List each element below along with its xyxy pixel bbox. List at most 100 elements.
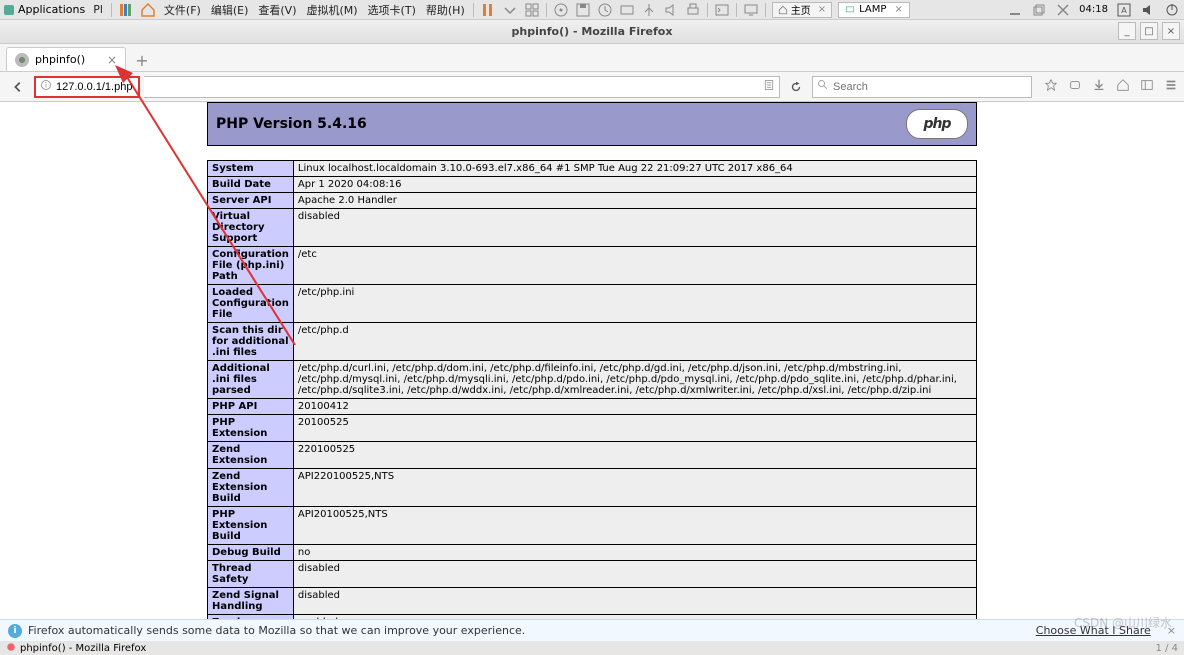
new-tab-button[interactable]: +	[130, 49, 154, 71]
network-icon[interactable]	[619, 2, 635, 18]
floppy-icon[interactable]	[575, 2, 591, 18]
file-menu[interactable]: 文件(F)	[162, 2, 203, 18]
close-button[interactable]: ×	[1162, 22, 1180, 40]
search-wrap	[812, 76, 1032, 98]
maximize-button[interactable]: □	[1140, 22, 1158, 40]
bookmark-star-icon[interactable]	[1044, 78, 1058, 95]
table-row: PHP Extension BuildAPI20100525,NTS	[208, 507, 977, 545]
phpinfo-table: SystemLinux localhost.localdomain 3.10.0…	[207, 160, 977, 619]
lamp-tab-label: LAMP	[859, 4, 886, 15]
table-value: no	[293, 545, 976, 561]
minimize-button[interactable]: _	[1118, 22, 1136, 40]
home-tab-label: 主页	[791, 2, 811, 17]
url-input-wrap: i	[34, 76, 140, 98]
table-row: Server APIApache 2.0 Handler	[208, 193, 977, 209]
table-key: PHP API	[208, 399, 294, 415]
clock-icon[interactable]	[597, 2, 613, 18]
pocket-icon[interactable]	[1068, 78, 1082, 95]
home-nav-icon[interactable]	[1116, 78, 1130, 95]
workspace-pager[interactable]: 1 / 4	[1156, 643, 1178, 654]
table-value: API20100525,NTS	[293, 507, 976, 545]
table-row: Build DateApr 1 2020 04:08:16	[208, 177, 977, 193]
table-key: PHP Extension Build	[208, 507, 294, 545]
volume-icon[interactable]	[1140, 2, 1156, 18]
table-key: Zend Signal Handling	[208, 588, 294, 615]
info-bar-text: Firefox automatically sends some data to…	[28, 624, 525, 637]
close-tab-icon[interactable]: ×	[107, 53, 117, 67]
php-version-heading: PHP Version 5.4.16	[216, 116, 367, 132]
table-value: disabled	[293, 209, 976, 247]
table-value: API220100525,NTS	[293, 469, 976, 507]
menu-icon[interactable]	[1164, 78, 1178, 95]
table-row: Debug Buildno	[208, 545, 977, 561]
close-window-icon[interactable]	[1055, 2, 1071, 18]
table-value: /etc/php.d	[293, 323, 976, 361]
restore-icon[interactable]	[1031, 2, 1047, 18]
view-menu[interactable]: 查看(V)	[256, 2, 298, 18]
table-key: Virtual Directory Support	[208, 209, 294, 247]
table-key: Server API	[208, 193, 294, 209]
table-row: Additional .ini files parsed/etc/php.d/c…	[208, 361, 977, 399]
reader-mode-icon[interactable]	[763, 79, 775, 94]
disc-icon[interactable]	[553, 2, 569, 18]
table-row: Virtual Directory Supportdisabled	[208, 209, 977, 247]
table-row: Configuration File (php.ini) Path/etc	[208, 247, 977, 285]
browser-tab[interactable]: phpinfo() ×	[6, 47, 126, 71]
sidebar-toggle-icon[interactable]	[1140, 78, 1154, 95]
minimize-icon[interactable]	[1007, 2, 1023, 18]
screen-icon[interactable]	[743, 2, 759, 18]
table-key: Loaded Configuration File	[208, 285, 294, 323]
search-icon	[817, 79, 829, 94]
table-value: disabled	[293, 588, 976, 615]
home-icon[interactable]	[140, 2, 156, 18]
input-method-icon[interactable]: A	[1116, 2, 1132, 18]
table-row: PHP Extension20100525	[208, 415, 977, 442]
back-button[interactable]	[6, 75, 30, 99]
audio-icon[interactable]	[663, 2, 679, 18]
table-value: /etc/php.ini	[293, 285, 976, 323]
table-key: Build Date	[208, 177, 294, 193]
grid-icon[interactable]	[524, 2, 540, 18]
table-value: Linux localhost.localdomain 3.10.0-693.e…	[293, 161, 976, 177]
watermark: CSDN @山川绿水	[1074, 614, 1172, 631]
edit-menu[interactable]: 编辑(E)	[209, 2, 251, 18]
terminal-icon[interactable]	[714, 2, 730, 18]
svg-text:A: A	[1121, 6, 1127, 15]
info-icon: i	[8, 624, 22, 638]
desktop-top-bar: Applications Pl 文件(F) 编辑(E) 查看(V) 虚拟机(M)…	[0, 0, 1184, 20]
reload-button[interactable]	[784, 75, 808, 99]
printer-icon[interactable]	[685, 2, 701, 18]
places-menu[interactable]: Pl	[91, 3, 105, 16]
library-icon[interactable]	[118, 2, 134, 18]
table-key: Additional .ini files parsed	[208, 361, 294, 399]
applications-menu[interactable]: Applications	[4, 3, 85, 16]
home-tab[interactable]: 主页×	[772, 2, 832, 18]
table-row: Zend Extension220100525	[208, 442, 977, 469]
lamp-tab[interactable]: LAMP×	[838, 2, 910, 18]
table-row: SystemLinux localhost.localdomain 3.10.0…	[208, 161, 977, 177]
php-logo: php	[906, 109, 968, 139]
info-bar: i Firefox automatically sends some data …	[0, 619, 1184, 641]
svg-text:i: i	[45, 81, 47, 89]
taskbar: phpinfo() - Mozilla Firefox 1 / 4	[0, 641, 1184, 655]
table-value: Apache 2.0 Handler	[293, 193, 976, 209]
info-site-icon[interactable]: i	[40, 79, 52, 94]
table-key: PHP Extension	[208, 415, 294, 442]
download-icon[interactable]	[1092, 78, 1106, 95]
task-firefox-icon	[6, 642, 16, 655]
table-key: Thread Safety	[208, 561, 294, 588]
search-input[interactable]	[833, 81, 1027, 93]
power-icon[interactable]	[1164, 2, 1180, 18]
table-row: Thread Safetydisabled	[208, 561, 977, 588]
window-title: phpinfo() - Mozilla Firefox	[512, 25, 673, 38]
help-menu[interactable]: 帮助(H)	[424, 2, 467, 18]
tabs-menu[interactable]: 选项卡(T)	[366, 2, 418, 18]
pause-icon[interactable]	[480, 2, 496, 18]
url-bar: i	[0, 72, 1184, 102]
table-value: disabled	[293, 561, 976, 588]
task-item[interactable]: phpinfo() - Mozilla Firefox	[6, 642, 146, 655]
vm-menu[interactable]: 虚拟机(M)	[304, 2, 359, 18]
tab-strip: phpinfo() × +	[0, 44, 1184, 72]
usb-icon[interactable]	[641, 2, 657, 18]
chevron-down-icon[interactable]	[502, 2, 518, 18]
